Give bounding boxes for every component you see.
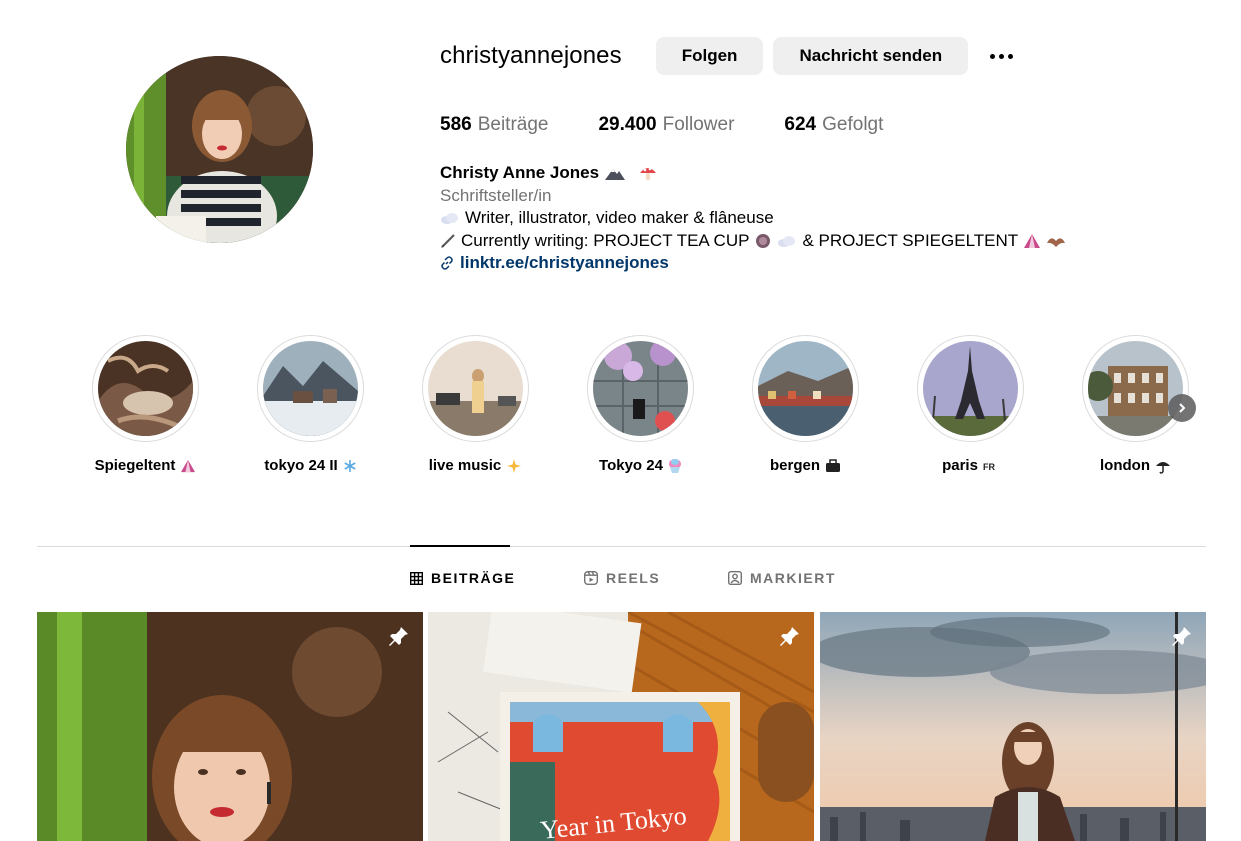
cloud-icon: [441, 213, 458, 225]
followers-stat[interactable]: 29.400 Follower: [598, 114, 734, 136]
grid-icon: [410, 571, 423, 585]
post-tile[interactable]: [820, 612, 1206, 841]
pen-icon: [441, 234, 455, 248]
highlight-label: Tokyo 24: [599, 457, 663, 474]
bio-line-1: Writer, illustrator, video maker & flâne…: [440, 207, 1066, 230]
posts-stat: 586 Beiträge: [440, 114, 548, 136]
tagged-icon: [728, 571, 742, 585]
highlight-london[interactable]: london: [1082, 335, 1189, 474]
bio-link[interactable]: linktr.ee/christyannejones: [440, 252, 1066, 275]
story-highlights: Spiegeltent tokyo 24 II live music Tokyo…: [92, 335, 1202, 485]
follow-button[interactable]: Folgen: [655, 37, 764, 75]
pinned-icon: [1172, 627, 1191, 646]
circus-tent-icon: [181, 459, 196, 472]
highlight-cover: [1088, 341, 1183, 436]
teacup-icon: [756, 233, 771, 248]
highlight-ring: [422, 335, 529, 442]
followers-label: Follower: [662, 114, 735, 135]
post-tile[interactable]: Year in Tokyo: [428, 612, 814, 841]
profile-bio: Christy Anne Jones Schriftsteller/in Wri…: [440, 162, 1066, 275]
briefcase-icon: [826, 458, 840, 472]
mountain-icon: [605, 169, 626, 181]
highlight-cover: [758, 341, 853, 436]
tab-label: REELS: [606, 570, 661, 586]
highlight-cover: [98, 341, 193, 436]
highlight-label: paris: [942, 457, 978, 474]
bio-name: Christy Anne Jones: [440, 163, 600, 182]
fr-flag-icon: FR: [983, 462, 995, 472]
bio-category: Schriftsteller/in: [440, 185, 552, 205]
bat-icon: [1047, 238, 1066, 247]
highlight-paris[interactable]: paris FR: [917, 335, 1024, 474]
posts-count: 586: [440, 114, 472, 135]
tabs-divider: [37, 546, 1206, 547]
highlight-label: bergen: [769, 457, 820, 474]
tab-label: BEITRÄGE: [431, 570, 516, 586]
mushroom-icon: [640, 167, 657, 181]
shaved-ice-icon: [668, 458, 681, 473]
bio-link-text: linktr.ee/christyannejones: [460, 253, 669, 272]
active-tab-indicator: [410, 545, 510, 547]
highlight-cover: [263, 341, 358, 436]
following-count: 624: [784, 114, 817, 135]
profile-username: christyannejones: [440, 42, 622, 69]
snowflake-icon: [344, 459, 356, 472]
highlight-bergen[interactable]: bergen: [752, 335, 859, 474]
following-stat[interactable]: 624 Gefolgt: [784, 114, 883, 136]
highlight-cover: [923, 341, 1018, 436]
bio-line-2: Currently writing: PROJECT TEA CUP & PRO…: [440, 230, 1066, 253]
chevron-right-icon: [1179, 403, 1186, 413]
posts-label: Beiträge: [477, 114, 549, 135]
following-label: Gefolgt: [822, 114, 884, 135]
highlight-ring: [752, 335, 859, 442]
tab-posts[interactable]: BEITRÄGE: [410, 570, 584, 586]
highlight-ring: [1082, 335, 1189, 442]
highlight-cover: [593, 341, 688, 436]
sparkles-icon: [507, 458, 522, 473]
profile-tabs: BEITRÄGE REELS MARKIERT: [410, 570, 836, 586]
highlight-label: Spiegeltent: [94, 457, 176, 474]
umbrella-rain-icon: [1155, 461, 1170, 474]
highlight-cover: [428, 341, 523, 436]
highlights-next-button[interactable]: [1168, 394, 1196, 422]
highlight-label: live music: [428, 457, 502, 474]
link-icon: [441, 256, 453, 270]
profile-stats: 586 Beiträge 29.400 Follower 624 Gefolgt: [440, 114, 933, 136]
svg-text:FR: FR: [983, 462, 995, 472]
tab-reels[interactable]: REELS: [584, 570, 728, 586]
profile-avatar[interactable]: [126, 56, 313, 243]
highlight-ring: [92, 335, 199, 442]
bio-line-2-text-b: & PROJECT SPIEGELTENT: [802, 230, 1019, 250]
followers-count: 29.400: [598, 114, 657, 135]
highlight-ring: [257, 335, 364, 442]
bio-line-1-text: Writer, illustrator, video maker & flâne…: [465, 208, 774, 227]
highlight-label: london: [1100, 457, 1150, 474]
highlight-ring: [917, 335, 1024, 442]
highlight-ring: [587, 335, 694, 442]
reels-icon: [584, 571, 598, 585]
send-message-button[interactable]: Nachricht senden: [773, 37, 969, 75]
pinned-icon: [389, 627, 408, 646]
highlight-tokyo-24-ii[interactable]: tokyo 24 II: [257, 335, 364, 474]
pinned-icon: [780, 627, 799, 646]
tab-label: MARKIERT: [750, 570, 836, 586]
circus-tent-icon: [1024, 233, 1041, 248]
highlight-label: tokyo 24 II: [264, 457, 338, 474]
highlight-spiegeltent[interactable]: Spiegeltent: [92, 335, 199, 474]
highlight-tokyo-24[interactable]: Tokyo 24: [587, 335, 694, 474]
more-dots-icon[interactable]: [986, 37, 1017, 75]
bio-name-row: Christy Anne Jones: [440, 162, 1066, 185]
post-tile[interactable]: [37, 612, 423, 841]
tab-tagged[interactable]: MARKIERT: [728, 570, 836, 586]
highlight-live-music[interactable]: live music: [422, 335, 529, 474]
bio-line-2-text-a: Currently writing: PROJECT TEA CUP: [461, 230, 750, 250]
cloud-icon: [778, 235, 796, 247]
